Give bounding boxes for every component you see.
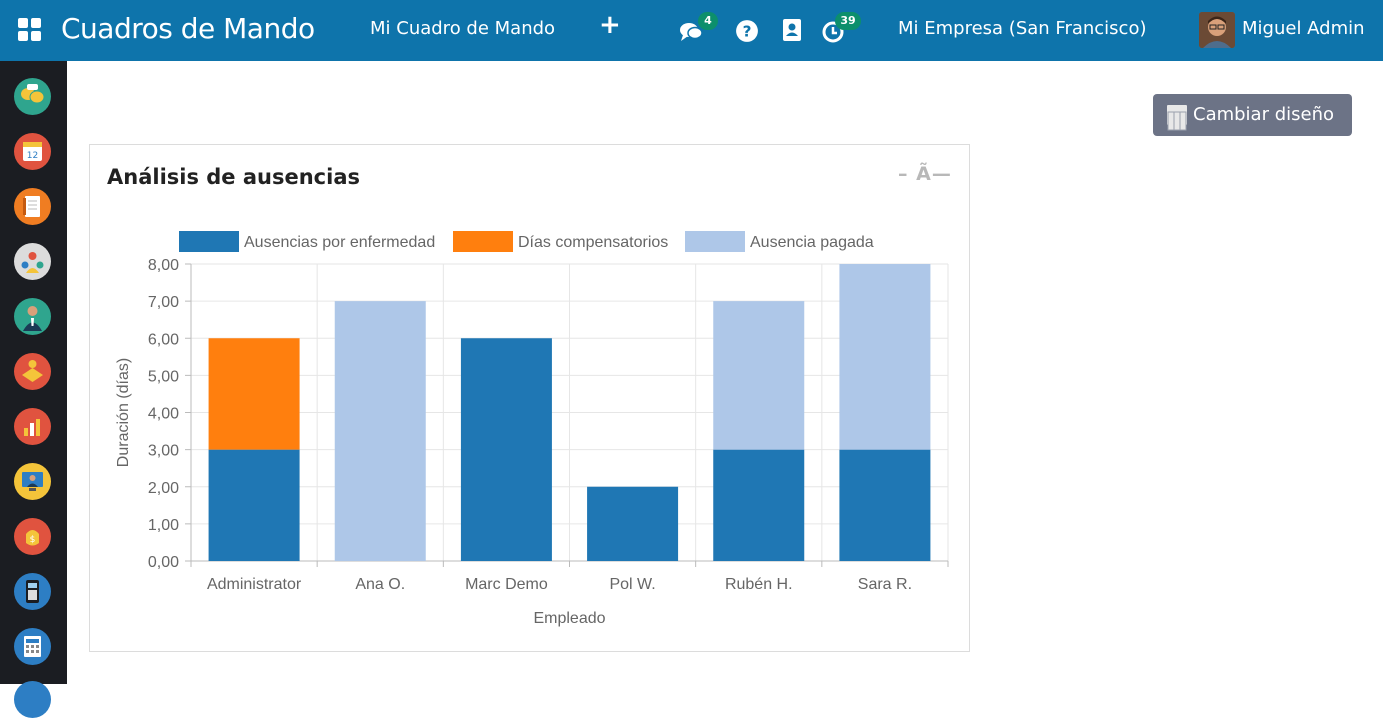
bar-ausencia-pagada-5: [839, 264, 931, 450]
x-tick-label: Administrator: [207, 576, 302, 593]
y-tick-label: 2,00: [148, 480, 179, 497]
bar-ausencias-por-enfermedad-4: [713, 449, 805, 561]
legend-swatch: [453, 231, 513, 252]
bar-ausencias-por-enfermedad-3: [587, 486, 679, 561]
y-tick-label: 8,00: [148, 257, 179, 274]
legend-label: Días compensatorios: [518, 234, 668, 251]
legend-label: Ausencias por enfermedad: [244, 234, 435, 251]
x-tick-label: Pol W.: [609, 576, 655, 593]
bar-ausencia-pagada-4: [713, 301, 805, 450]
bar-d-as-compensatorios-0: [208, 338, 300, 450]
y-tick-label: 6,00: [148, 331, 179, 348]
bar-ausencias-por-enfermedad-0: [208, 449, 300, 561]
absence-chart: 0,00 1,00 2,00 3,00 4,00 5,00 6,00 7,00 8,00 Admi…: [115, 231, 949, 627]
y-tick-label: 7,00: [148, 294, 179, 311]
more-apps-icon[interactable]: [14, 681, 51, 718]
y-tick-label: 1,00: [148, 517, 179, 534]
x-axis-title: Empleado: [533, 610, 605, 627]
y-tick-label: 4,00: [148, 406, 179, 423]
y-tick-label: 3,00: [148, 443, 179, 460]
x-tick-label: Marc Demo: [465, 576, 548, 593]
y-tick-label: 5,00: [148, 368, 179, 385]
x-tick-label: Rubén H.: [725, 576, 793, 593]
bar-ausencia-pagada-1: [334, 301, 426, 561]
legend-label: Ausencia pagada: [750, 234, 874, 251]
y-axis-title: Duración (días): [115, 358, 132, 467]
x-tick-label: Sara R.: [858, 576, 912, 593]
bar-ausencias-por-enfermedad-2: [460, 338, 552, 561]
x-tick-label: Ana O.: [355, 576, 405, 593]
legend-swatch: [685, 231, 745, 252]
y-tick-label: 0,00: [148, 554, 179, 571]
legend-swatch: [179, 231, 239, 252]
bar-ausencias-por-enfermedad-5: [839, 449, 931, 561]
